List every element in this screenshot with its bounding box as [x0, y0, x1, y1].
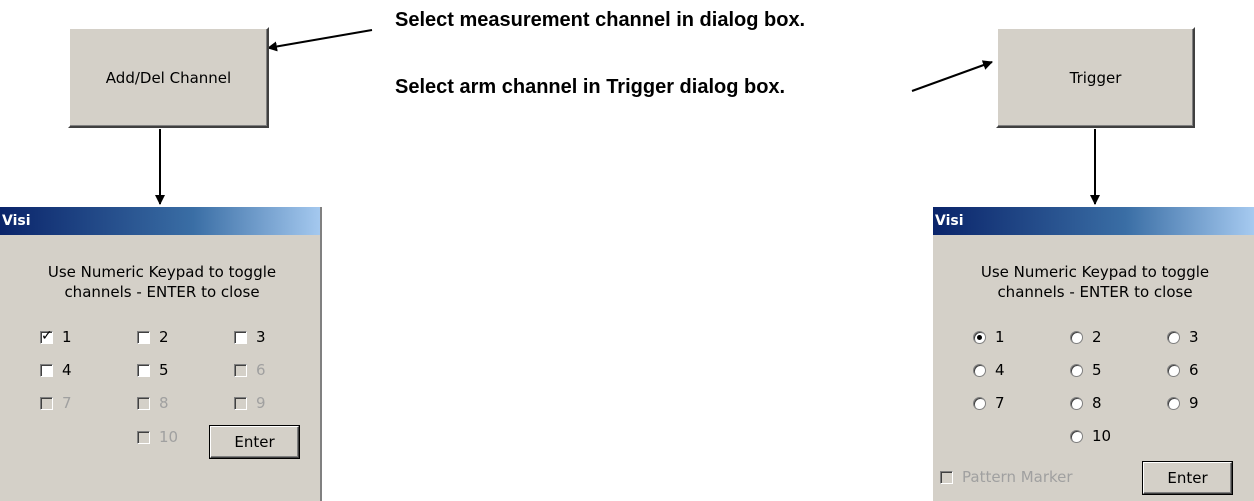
trigger-dialog: Visi Use Numeric Keypad to toggle channe…	[933, 207, 1254, 501]
pattern-marker-checkbox: Pattern Marker	[940, 468, 1073, 486]
radio-circle	[1070, 396, 1083, 410]
checkbox-box: ✓	[40, 327, 53, 344]
trigger-label: Trigger	[1069, 68, 1122, 87]
radio-circle	[973, 363, 986, 377]
channel-checkbox-6: 6	[234, 361, 266, 379]
channel-checkbox-3[interactable]: 3	[234, 328, 266, 346]
checkbox-box	[234, 396, 247, 410]
arm-radio-5[interactable]: 5	[1070, 361, 1102, 379]
arm-radio-4[interactable]: 4	[973, 361, 1005, 379]
arm-radio-9[interactable]: 9	[1167, 394, 1199, 412]
dialog-titlebar: Visi	[0, 207, 322, 235]
annotation-arm: Select arm channel in Trigger dialog box…	[395, 76, 786, 98]
radio-circle	[1167, 396, 1180, 410]
arm-radio-1[interactable]: 1	[973, 328, 1005, 346]
channel-checkbox-8: 8	[137, 394, 169, 412]
enter-button[interactable]: Enter	[209, 425, 300, 459]
channel-checkbox-4[interactable]: 4	[40, 361, 72, 379]
radio-circle	[1167, 330, 1180, 344]
arrow-to-trigger	[911, 60, 993, 92]
dialog-frame	[320, 207, 322, 501]
add-del-channel-button[interactable]: Add/Del Channel	[68, 27, 269, 128]
checkbox-box	[940, 470, 953, 484]
checkbox-box	[137, 396, 150, 410]
arm-radio-6[interactable]: 6	[1167, 361, 1199, 379]
checkbox-box	[234, 363, 247, 377]
channel-checkbox-1[interactable]: ✓ 1	[40, 328, 72, 346]
dialog-titlebar: Visi	[933, 207, 1254, 235]
channel-checkbox-2[interactable]: 2	[137, 328, 169, 346]
checkbox-box	[40, 396, 53, 410]
annotation-measurement: Select measurement channel in dialog box…	[395, 9, 806, 31]
dialog-title: Visi	[935, 213, 964, 229]
radio-circle	[973, 396, 986, 410]
checkbox-box	[137, 330, 150, 344]
arm-radio-10[interactable]: 10	[1070, 427, 1111, 445]
checkbox-box	[137, 430, 150, 444]
radio-dot-icon	[977, 334, 982, 340]
channel-checkbox-5[interactable]: 5	[137, 361, 169, 379]
dialog-instructions: Use Numeric Keypad to toggle channels - …	[980, 263, 1210, 301]
radio-circle	[973, 330, 986, 344]
radio-circle	[1070, 330, 1083, 344]
dialog-title: Visi	[2, 213, 31, 229]
channel-checkbox-7: 7	[40, 394, 72, 412]
radio-circle	[1070, 429, 1083, 443]
checkmark-icon: ✓	[41, 327, 53, 344]
dialog-instructions: Use Numeric Keypad to toggle channels - …	[47, 263, 277, 301]
arm-radio-7[interactable]: 7	[973, 394, 1005, 412]
channel-dialog: Visi Use Numeric Keypad to toggle channe…	[0, 207, 322, 501]
checkbox-box	[234, 330, 247, 344]
arrow-to-add-del-channel	[267, 29, 373, 52]
arm-radio-2[interactable]: 2	[1070, 328, 1102, 346]
enter-button[interactable]: Enter	[1142, 461, 1233, 495]
arm-radio-8[interactable]: 8	[1070, 394, 1102, 412]
checkbox-box	[137, 363, 150, 377]
add-del-channel-label: Add/Del Channel	[105, 68, 232, 87]
channel-checkbox-10: 10	[137, 428, 178, 446]
trigger-button[interactable]: Trigger	[996, 27, 1195, 128]
checkbox-box	[40, 363, 53, 377]
channel-checkbox-9: 9	[234, 394, 266, 412]
radio-circle	[1070, 363, 1083, 377]
radio-circle	[1167, 363, 1180, 377]
arm-radio-3[interactable]: 3	[1167, 328, 1199, 346]
